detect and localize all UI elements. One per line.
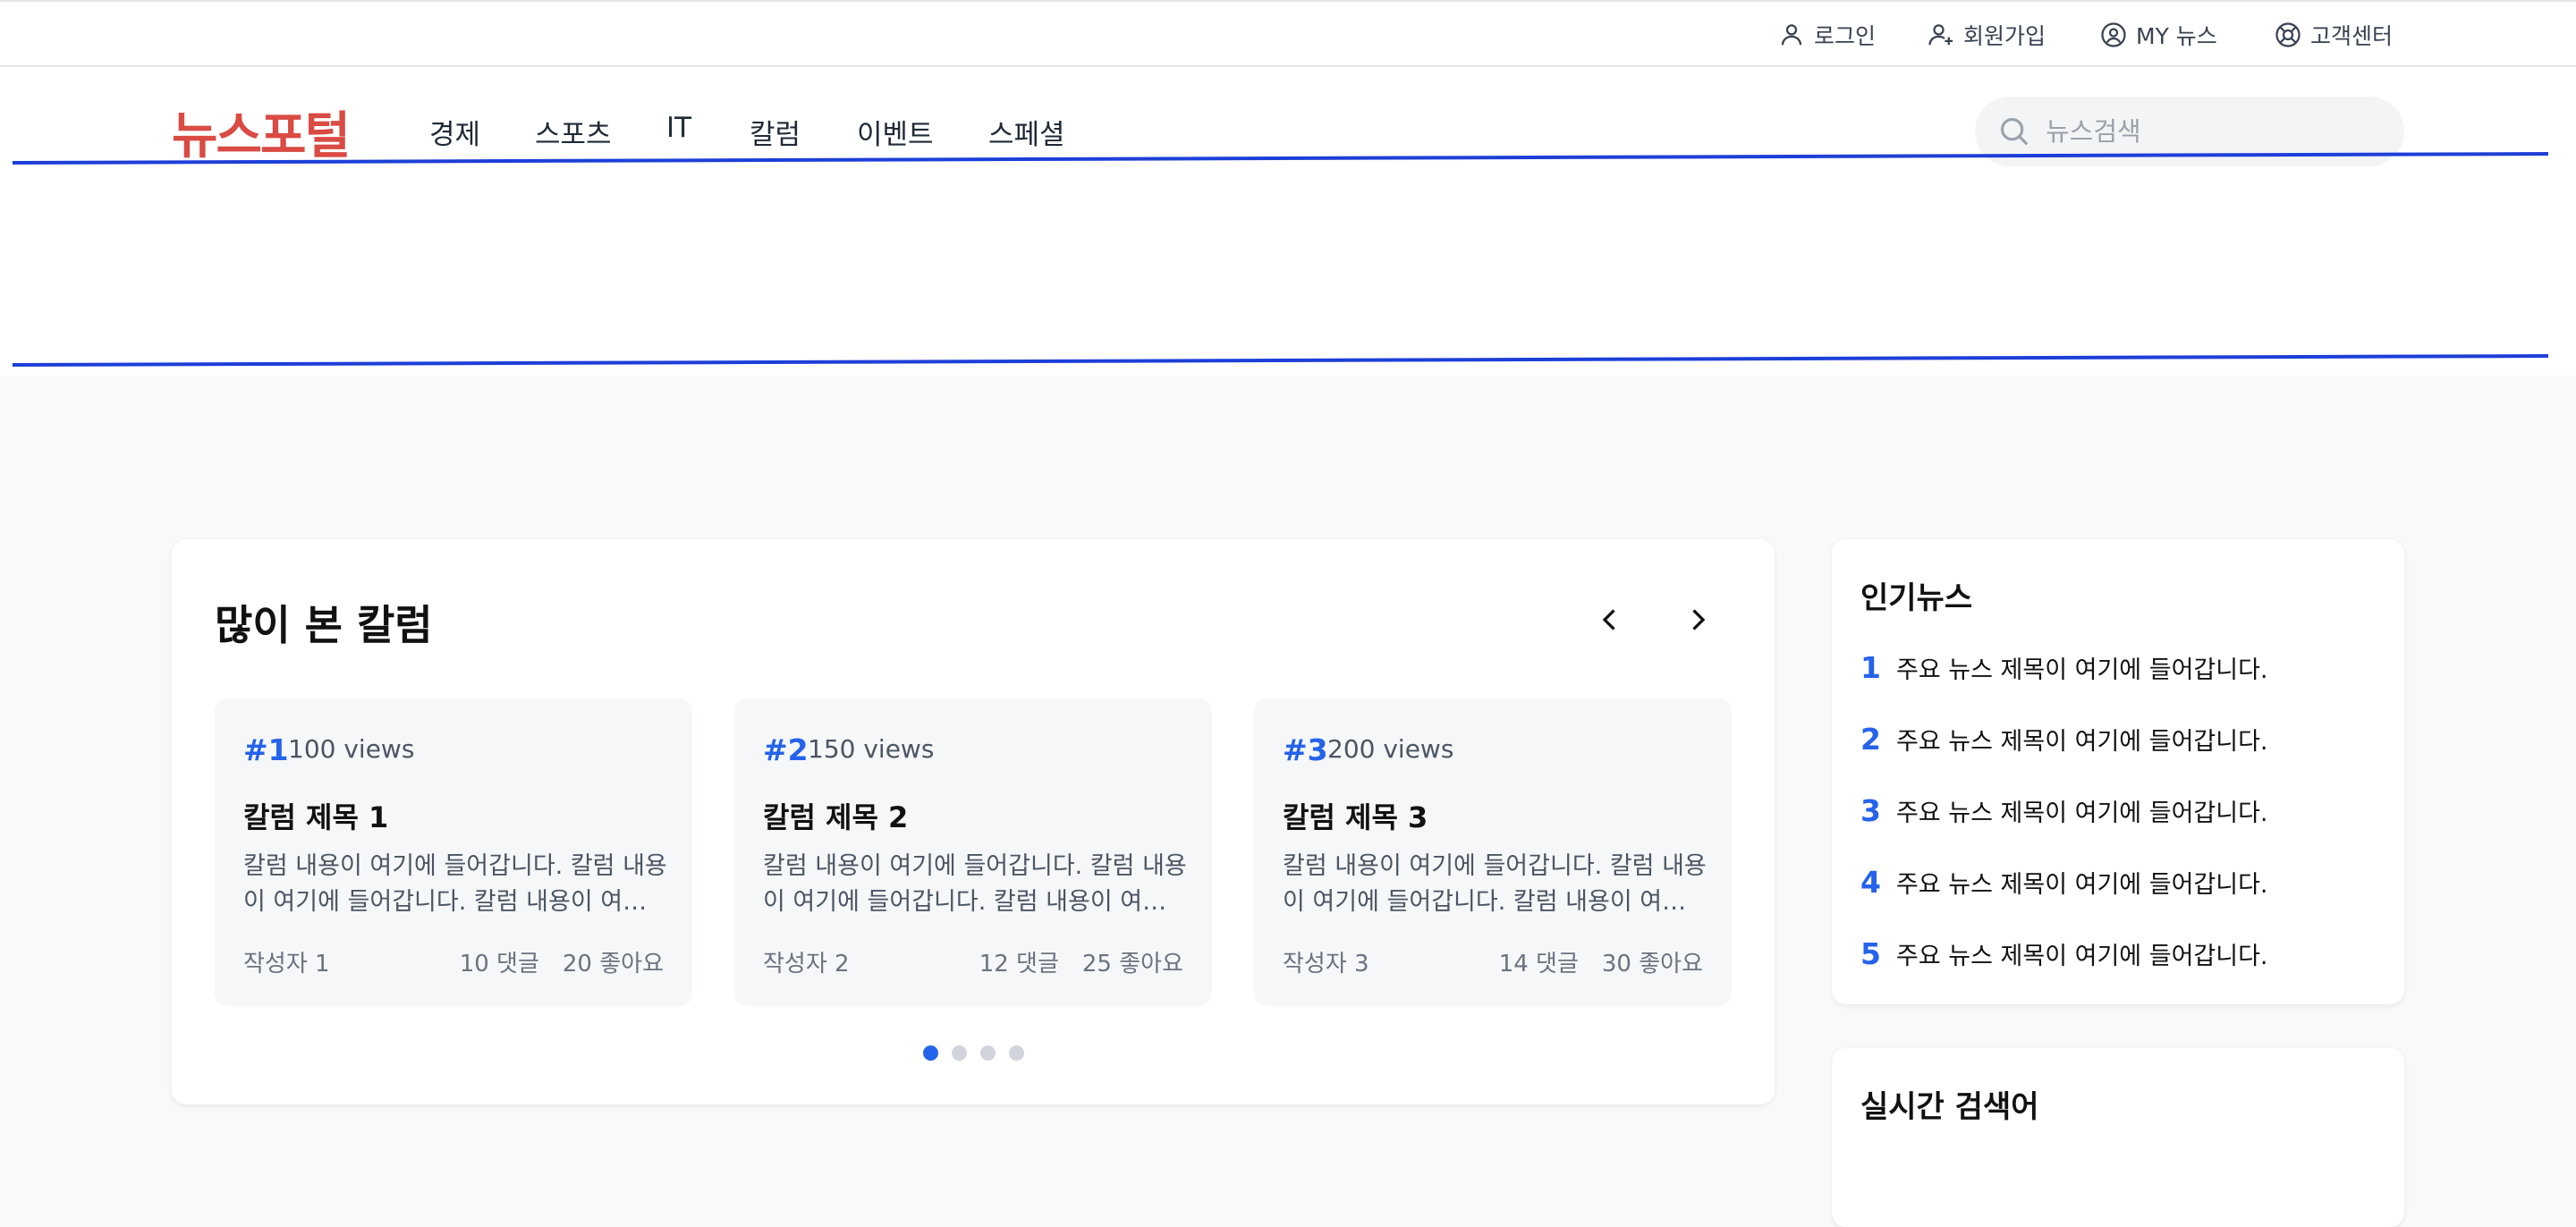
column-views: 200 views — [1327, 734, 1454, 764]
nav-event[interactable]: 이벤트 — [857, 112, 934, 152]
nav-economy[interactable]: 경제 — [429, 112, 480, 152]
popular-news-item[interactable]: 2 주요 뉴스 제목이 여기에 들어갑니다. — [1860, 716, 2268, 761]
news-headline: 주요 뉴스 제목이 여기에 들어갑니다. — [1896, 727, 2268, 756]
column-rank: #2 — [763, 732, 809, 767]
prev-button[interactable] — [1583, 593, 1637, 647]
news-headline: 주요 뉴스 제목이 여기에 들어갑니다. — [1896, 870, 2268, 899]
main-header: 뉴스포털 경제 스포츠 IT 칼럼 이벤트 스페셜 — [0, 67, 2576, 170]
chevron-right-icon — [1692, 609, 1706, 630]
news-rank: 3 — [1860, 792, 1881, 828]
column-comments: 14 댓글 — [1498, 951, 1579, 977]
column-author: 작성자 1 — [243, 951, 330, 977]
column-likes: 20 좋아요 — [562, 951, 664, 977]
column-stats: 10 댓글 20 좋아요 — [460, 945, 664, 978]
news-rank: 5 — [1860, 935, 1881, 971]
column-title: 칼럼 제목 3 — [1283, 800, 1428, 834]
column-excerpt-line: 칼럼 내용이 여기에 들어갑니다. 칼럼 내용 — [763, 852, 1187, 880]
column-comments: 10 댓글 — [459, 951, 539, 977]
column-likes: 25 좋아요 — [1081, 951, 1183, 977]
carousel-dot-2[interactable] — [952, 1045, 967, 1061]
carousel-pagination — [923, 1045, 1038, 1061]
my-news-label: MY 뉴스 — [2136, 22, 2217, 49]
section-title: 많이 본 칼럼 — [215, 601, 433, 649]
news-headline: 주요 뉴스 제목이 여기에 들어갑니다. — [1896, 656, 2268, 684]
popular-news-item[interactable]: 1 주요 뉴스 제목이 여기에 들어갑니다. — [1860, 645, 2268, 690]
search-icon[interactable] — [1997, 114, 2031, 148]
column-views: 150 views — [808, 734, 935, 764]
carousel-dot-4[interactable] — [1009, 1045, 1024, 1061]
news-rank: 1 — [1860, 649, 1881, 685]
column-excerpt: 칼럼 내용이 여기에 들어갑니다. 칼럼 내용 이 여기에 들어갑니다. 칼럼 … — [763, 849, 1187, 920]
search-box — [1975, 97, 2404, 166]
nav-it[interactable]: IT — [666, 112, 691, 144]
column-rank: #1 — [243, 732, 289, 767]
column-stats: 14 댓글 30 좋아요 — [1499, 945, 1703, 978]
site-logo[interactable]: 뉴스포털 — [172, 96, 351, 168]
popular-news-item[interactable]: 4 주요 뉴스 제목이 여기에 들어갑니다. — [1860, 859, 2268, 904]
popular-news-item[interactable]: 5 주요 뉴스 제목이 여기에 들어갑니다. — [1860, 931, 2268, 976]
column-excerpt: 칼럼 내용이 여기에 들어갑니다. 칼럼 내용 이 여기에 들어갑니다. 칼럼 … — [243, 849, 667, 920]
column-card[interactable]: #3 200 views 칼럼 제목 3 칼럼 내용이 여기에 들어갑니다. 칼… — [1254, 698, 1732, 1006]
lifebuoy-icon — [2275, 21, 2301, 47]
signup-label: 회원가입 — [1963, 22, 2046, 49]
user-plus-icon — [1928, 23, 1953, 45]
nav-special[interactable]: 스페셜 — [988, 112, 1065, 152]
news-rank: 4 — [1860, 864, 1881, 900]
column-stats: 12 댓글 25 좋아요 — [979, 945, 1183, 978]
utility-bar: 로그인 회원가입 MY 뉴스 고객센터 — [0, 0, 2576, 67]
login-link[interactable]: 로그인 — [1778, 2, 1876, 67]
support-label: 고객센터 — [2310, 22, 2394, 49]
column-author: 작성자 2 — [763, 951, 850, 977]
login-label: 로그인 — [1814, 22, 1877, 49]
news-rank: 2 — [1860, 721, 1881, 757]
nav-column[interactable]: 칼럼 — [750, 112, 801, 152]
news-headline: 주요 뉴스 제목이 여기에 들어갑니다. — [1896, 942, 2268, 970]
column-excerpt-line: 칼럼 내용이 여기에 들어갑니다. 칼럼 내용 — [1283, 852, 1707, 880]
signup-link[interactable]: 회원가입 — [1928, 2, 2046, 67]
column-excerpt: 칼럼 내용이 여기에 들어갑니다. 칼럼 내용 이 여기에 들어갑니다. 칼럼 … — [1283, 849, 1707, 920]
column-likes: 30 좋아요 — [1601, 951, 1703, 977]
user-circle-icon — [2101, 21, 2126, 47]
column-title: 칼럼 제목 2 — [763, 800, 909, 834]
column-excerpt-line: 칼럼 내용이 여기에 들어갑니다. 칼럼 내용 — [243, 852, 667, 880]
my-news-link[interactable]: MY 뉴스 — [2100, 2, 2217, 67]
column-card[interactable]: #1 100 views 칼럼 제목 1 칼럼 내용이 여기에 들어갑니다. 칼… — [215, 698, 692, 1006]
realtime-search-panel: 실시간 검색어 — [1832, 1048, 2404, 1227]
next-button[interactable] — [1671, 593, 1724, 647]
search-input[interactable] — [2044, 115, 2387, 148]
banner-area — [0, 170, 2576, 376]
popular-news-title: 인기뉴스 — [1860, 580, 1973, 616]
popular-news-panel: 인기뉴스 1 주요 뉴스 제목이 여기에 들어갑니다. 2 주요 뉴스 제목이 … — [1832, 539, 2404, 1004]
column-title: 칼럼 제목 1 — [243, 800, 389, 834]
popular-news-item[interactable]: 3 주요 뉴스 제목이 여기에 들어갑니다. — [1860, 788, 2268, 833]
carousel-dot-3[interactable] — [980, 1045, 996, 1061]
chevron-left-icon — [1602, 609, 1615, 630]
carousel-dot-1[interactable] — [923, 1045, 938, 1061]
column-excerpt-line: 이 여기에 들어갑니다. 칼럼 내용이 여기에 들어갑니다. — [243, 888, 667, 916]
column-card[interactable]: #2 150 views 칼럼 제목 2 칼럼 내용이 여기에 들어갑니다. 칼… — [734, 698, 1212, 1006]
column-excerpt-line: 이 여기에 들어갑니다. 칼럼 내용이 여기에 들어갑니다. — [1283, 888, 1707, 916]
column-views: 100 views — [288, 734, 415, 764]
column-comments: 12 댓글 — [979, 951, 1059, 977]
column-author: 작성자 3 — [1283, 951, 1369, 977]
popular-columns-section: 많이 본 칼럼 #1 100 views 칼럼 제목 1 칼럼 내용이 여기에 … — [172, 539, 1775, 1104]
support-link[interactable]: 고객센터 — [2275, 2, 2393, 67]
user-icon — [1781, 23, 1802, 45]
column-rank: #3 — [1283, 732, 1328, 767]
column-excerpt-line: 이 여기에 들어갑니다. 칼럼 내용이 여기에 들어갑니다. — [763, 888, 1187, 916]
realtime-search-title: 실시간 검색어 — [1860, 1089, 2039, 1125]
nav-sports[interactable]: 스포츠 — [535, 112, 612, 152]
news-headline: 주요 뉴스 제목이 여기에 들어갑니다. — [1896, 799, 2268, 827]
